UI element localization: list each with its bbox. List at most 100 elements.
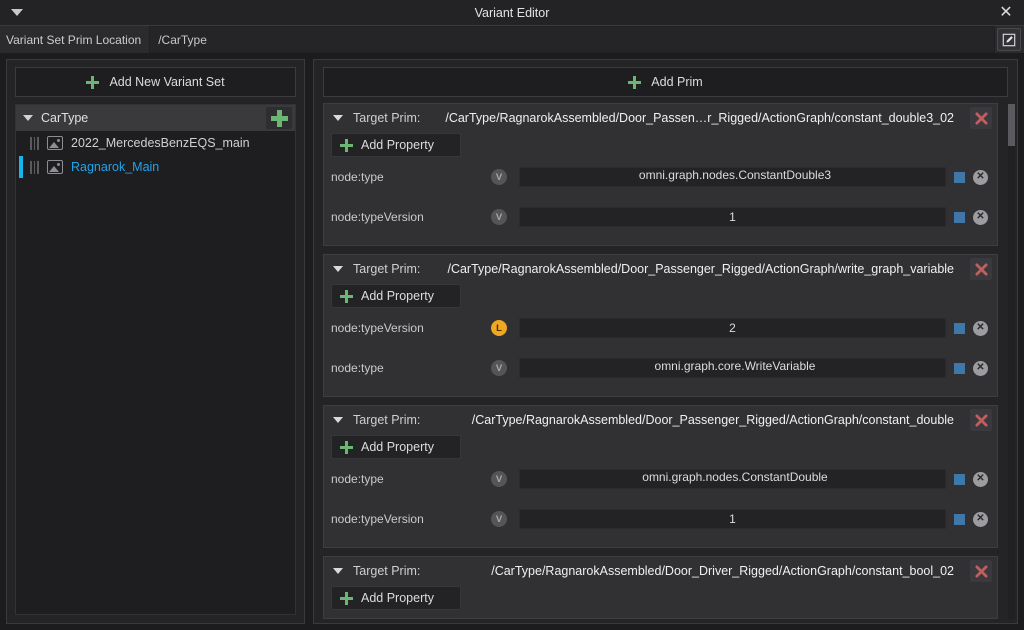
variant-sets-panel: Add New Variant Set CarType 2022_Mercede… bbox=[6, 59, 305, 624]
title-bar: Variant Editor ✕ bbox=[0, 0, 1024, 26]
add-variant-button[interactable] bbox=[266, 107, 292, 129]
triangle-down-icon[interactable] bbox=[333, 417, 343, 423]
property-row: node:type V omni.graph.nodes.ConstantDou… bbox=[324, 157, 997, 197]
add-property-label: Add Property bbox=[361, 440, 434, 454]
add-property-button[interactable]: Add Property bbox=[331, 435, 461, 459]
value-source-badge: V bbox=[491, 209, 507, 225]
prim-header[interactable]: Target Prim: /CarType/RagnarokAssembled/… bbox=[324, 104, 997, 132]
property-value-input[interactable]: omni.graph.core.WriteVariable bbox=[519, 358, 946, 378]
prim-header[interactable]: Target Prim: /CarType/RagnarokAssembled/… bbox=[324, 255, 997, 283]
editor-body: Add New Variant Set CarType 2022_Mercede… bbox=[0, 53, 1024, 630]
close-icon[interactable]: ✕ bbox=[988, 0, 1024, 26]
circle-x-icon[interactable]: ✕ bbox=[973, 209, 988, 225]
variant-set-name: CarType bbox=[41, 111, 89, 125]
add-prim-button[interactable]: Add Prim bbox=[323, 67, 1008, 97]
circle-x-icon[interactable]: ✕ bbox=[973, 511, 988, 527]
target-prim-label: Target Prim: bbox=[353, 413, 421, 427]
color-swatch[interactable] bbox=[954, 513, 965, 525]
property-name: node:typeVersion bbox=[331, 512, 424, 526]
drag-handle-icon[interactable] bbox=[30, 160, 39, 174]
triangle-down-icon bbox=[11, 9, 23, 16]
property-name: node:type bbox=[331, 361, 384, 375]
value-source-badge: V bbox=[491, 471, 507, 487]
plus-icon bbox=[340, 138, 353, 152]
target-prim-path[interactable]: /CarType/RagnarokAssembled/Door_Passenge… bbox=[430, 262, 960, 276]
pencil-edit-icon[interactable] bbox=[997, 28, 1021, 51]
property-row: node:typeVersion V 1 ✕ bbox=[324, 499, 997, 539]
prim-header[interactable]: Target Prim: /CarType/RagnarokAssembled/… bbox=[324, 557, 997, 585]
value-source-badge: L bbox=[491, 320, 507, 336]
prims-scroll-area: Target Prim: /CarType/RagnarokAssembled/… bbox=[323, 103, 1008, 623]
vertical-scrollbar[interactable] bbox=[1008, 104, 1015, 619]
color-swatch[interactable] bbox=[954, 171, 965, 183]
target-prim-path[interactable]: /CarType/RagnarokAssembled/Door_Passen…r… bbox=[430, 111, 960, 125]
color-swatch[interactable] bbox=[954, 211, 965, 223]
location-label: Variant Set Prim Location bbox=[0, 26, 150, 53]
target-prim-path[interactable]: /CarType/RagnarokAssembled/Door_Driver_R… bbox=[430, 564, 960, 578]
add-property-button[interactable]: Add Property bbox=[331, 133, 461, 157]
property-row: node:typeVersion L 2 ✕ bbox=[324, 308, 997, 348]
variant-editor-window: Variant Editor ✕ Variant Set Prim Locati… bbox=[0, 0, 1024, 630]
value-source-badge: V bbox=[491, 169, 507, 185]
circle-x-icon[interactable]: ✕ bbox=[973, 360, 988, 376]
variant-list-item-0[interactable]: 2022_MercedesBenzEQS_main bbox=[16, 131, 295, 155]
red-x-icon bbox=[974, 262, 988, 276]
property-value-input[interactable]: omni.graph.nodes.ConstantDouble bbox=[519, 469, 946, 489]
variant-label: 2022_MercedesBenzEQS_main bbox=[71, 136, 250, 150]
property-value-input[interactable]: 2 bbox=[519, 318, 946, 338]
target-prim-label: Target Prim: bbox=[353, 564, 421, 578]
plus-icon bbox=[628, 75, 642, 89]
color-swatch[interactable] bbox=[954, 362, 965, 374]
prim-header[interactable]: Target Prim: /CarType/RagnarokAssembled/… bbox=[324, 406, 997, 434]
scrollbar-thumb[interactable] bbox=[1008, 104, 1015, 146]
delete-prim-button[interactable] bbox=[970, 560, 992, 582]
add-property-button[interactable]: Add Property bbox=[331, 284, 461, 308]
circle-x-icon[interactable]: ✕ bbox=[973, 471, 988, 487]
variant-set-prim-location-bar: Variant Set Prim Location /CarType bbox=[0, 26, 1024, 53]
window-menu-button[interactable] bbox=[0, 0, 34, 26]
property-value-input[interactable]: omni.graph.nodes.ConstantDouble3 bbox=[519, 167, 946, 187]
triangle-down-icon[interactable] bbox=[333, 115, 343, 121]
prim-group-1: Target Prim: /CarType/RagnarokAssembled/… bbox=[323, 254, 998, 397]
color-swatch[interactable] bbox=[954, 322, 965, 334]
target-prim-path[interactable]: /CarType/RagnarokAssembled/Door_Passenge… bbox=[430, 413, 960, 427]
variant-list-item-1[interactable]: Ragnarok_Main bbox=[16, 155, 295, 179]
plus-icon bbox=[86, 75, 100, 89]
delete-prim-button[interactable] bbox=[970, 258, 992, 280]
drag-handle-icon[interactable] bbox=[30, 136, 39, 150]
property-name: node:type bbox=[331, 170, 384, 184]
page-title: Variant Editor bbox=[474, 5, 550, 20]
circle-x-icon[interactable]: ✕ bbox=[973, 320, 988, 336]
prim-group-3: Target Prim: /CarType/RagnarokAssembled/… bbox=[323, 556, 998, 619]
value-source-badge: V bbox=[491, 360, 507, 376]
variant-set-header-cartype[interactable]: CarType bbox=[16, 105, 295, 131]
add-property-label: Add Property bbox=[361, 138, 434, 152]
pencil-edit-glyph bbox=[1002, 33, 1016, 46]
property-value-input[interactable]: 1 bbox=[519, 509, 946, 529]
target-prim-label: Target Prim: bbox=[353, 111, 421, 125]
add-property-button[interactable]: Add Property bbox=[331, 586, 461, 610]
plus-icon bbox=[340, 289, 353, 303]
variant-set-tree: CarType 2022_MercedesBenzEQS_main Ragnar… bbox=[15, 104, 296, 615]
delete-prim-button[interactable] bbox=[970, 409, 992, 431]
location-input[interactable]: /CarType bbox=[149, 26, 995, 53]
triangle-down-icon[interactable] bbox=[333, 568, 343, 574]
variant-label: Ragnarok_Main bbox=[71, 160, 160, 174]
color-swatch[interactable] bbox=[954, 473, 965, 485]
prim-group-2: Target Prim: /CarType/RagnarokAssembled/… bbox=[323, 405, 998, 548]
triangle-down-icon[interactable] bbox=[333, 266, 343, 272]
add-new-variant-set-button[interactable]: Add New Variant Set bbox=[15, 67, 296, 97]
prims-panel: Add Prim Target Prim: /CarType/RagnarokA… bbox=[313, 59, 1018, 624]
circle-x-icon[interactable]: ✕ bbox=[973, 169, 988, 185]
target-prim-label: Target Prim: bbox=[353, 262, 421, 276]
property-value-input[interactable]: 1 bbox=[519, 207, 946, 227]
property-name: node:typeVersion bbox=[331, 321, 424, 335]
property-row: node:type V omni.graph.nodes.ConstantDou… bbox=[324, 459, 997, 499]
property-row: node:type V omni.graph.core.WriteVariabl… bbox=[324, 348, 997, 388]
plus-icon bbox=[340, 591, 353, 605]
delete-prim-button[interactable] bbox=[970, 107, 992, 129]
property-row: node:typeVersion V 1 ✕ bbox=[324, 197, 997, 237]
red-x-icon bbox=[974, 564, 988, 578]
red-x-icon bbox=[974, 413, 988, 427]
value-source-badge: V bbox=[491, 511, 507, 527]
